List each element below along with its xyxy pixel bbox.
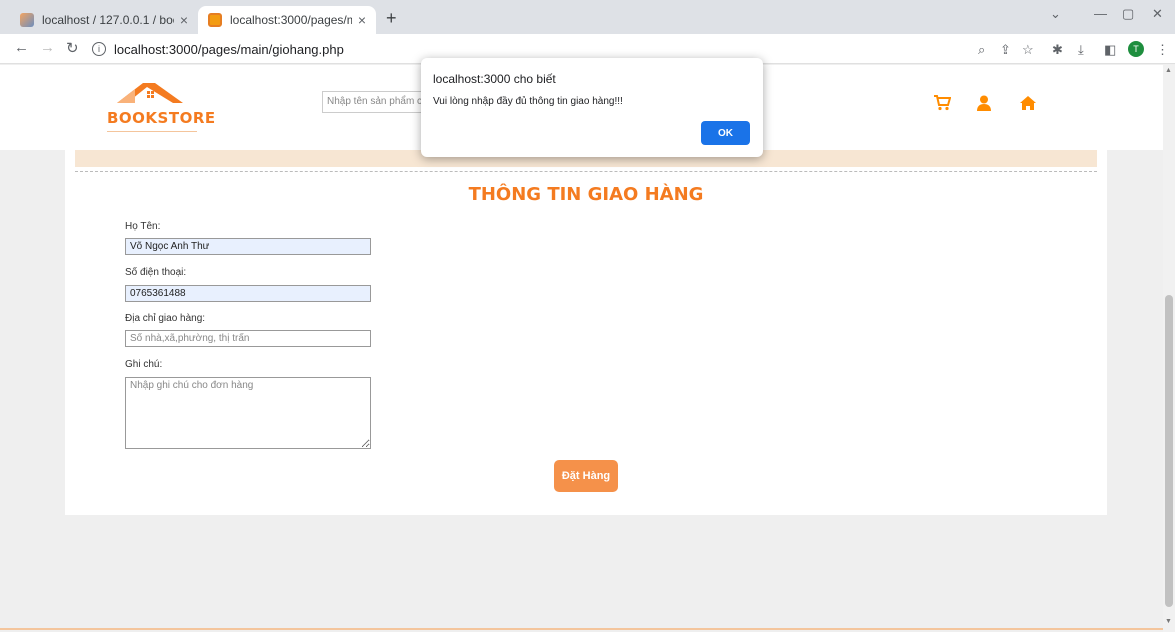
forward-arrow-icon[interactable]: → xyxy=(40,39,55,56)
download-icon[interactable]: ⤓ xyxy=(1078,42,1084,58)
bookstore-logo[interactable]: BOOKSTORE xyxy=(107,79,215,134)
address-label: Địa chỉ giao hàng: xyxy=(125,313,206,324)
checkout-content: THÔNG TIN GIAO HÀNG Họ Tên: Số điện thoạ… xyxy=(65,150,1107,515)
restore-icon[interactable]: ▢ xyxy=(1122,6,1134,22)
bookmark-star-icon[interactable]: ☆ xyxy=(1022,42,1034,58)
alert-dialog: localhost:3000 cho biết Vui lòng nhập đầ… xyxy=(421,58,763,157)
new-tab-icon[interactable]: + xyxy=(386,8,397,29)
house-roof-icon xyxy=(117,83,183,103)
page-favicon-icon xyxy=(208,13,222,27)
close-tab-icon[interactable]: × xyxy=(180,12,188,28)
back-arrow-icon[interactable]: ← xyxy=(14,39,29,56)
minimize-icon[interactable]: — xyxy=(1094,6,1107,21)
tab-title: localhost:3000/pages/main/giohang.php xyxy=(230,13,352,27)
side-panel-icon[interactable]: ◧ xyxy=(1104,42,1116,58)
phone-field[interactable] xyxy=(125,285,371,302)
zoom-icon[interactable]: ⌕ xyxy=(978,42,985,58)
dialog-message: Vui lòng nhập đầy đủ thông tin giao hàng… xyxy=(433,96,623,107)
browser-tab-phpmyadmin[interactable]: localhost / 127.0.0.1 / book_store × xyxy=(10,6,198,34)
address-field[interactable] xyxy=(125,330,371,347)
dialog-origin: localhost:3000 cho biết xyxy=(433,72,556,86)
name-label: Họ Tên: xyxy=(125,221,161,232)
scroll-down-icon[interactable]: ▼ xyxy=(1165,618,1172,625)
browser-tabstrip: localhost / 127.0.0.1 / book_store × loc… xyxy=(0,0,1175,34)
note-textarea[interactable] xyxy=(125,377,371,449)
section-divider xyxy=(75,171,1097,172)
form-title: THÔNG TIN GIAO HÀNG xyxy=(468,184,704,205)
home-icon[interactable] xyxy=(1019,95,1037,116)
search-input[interactable]: Nhập tên sản phẩm cần xyxy=(322,91,432,113)
browser-tab-giohang[interactable]: localhost:3000/pages/main/giohang.php × xyxy=(198,6,376,34)
scroll-up-icon[interactable]: ▲ xyxy=(1165,67,1172,74)
menu-kebab-icon[interactable]: ⋮ xyxy=(1156,42,1169,58)
logo-text: BOOKSTORE xyxy=(107,109,216,127)
user-icon[interactable] xyxy=(977,95,991,116)
profile-avatar[interactable]: T xyxy=(1128,41,1144,57)
url-text: localhost:3000/pages/main/giohang.php xyxy=(114,41,344,57)
logo-underline xyxy=(107,131,197,132)
extensions-icon[interactable]: ✱ xyxy=(1052,42,1063,58)
footer-accent-line xyxy=(0,628,1163,630)
reload-icon[interactable]: ↻ xyxy=(66,39,79,57)
scrollbar-thumb[interactable] xyxy=(1165,295,1173,607)
dialog-ok-button[interactable]: OK xyxy=(701,121,750,145)
site-info-icon[interactable]: i xyxy=(92,42,106,56)
tab-search-icon[interactable]: ⌄ xyxy=(1050,6,1061,22)
place-order-button[interactable]: Đặt Hàng xyxy=(554,460,618,492)
name-field[interactable] xyxy=(125,238,371,255)
phone-label: Số điện thoại: xyxy=(125,267,187,278)
close-window-icon[interactable]: ✕ xyxy=(1152,6,1163,22)
close-tab-icon[interactable]: × xyxy=(358,12,366,28)
cart-icon[interactable] xyxy=(933,95,952,116)
note-label: Ghi chú: xyxy=(125,359,163,370)
share-icon[interactable]: ⇪ xyxy=(1000,42,1011,58)
tab-title: localhost / 127.0.0.1 / book_store xyxy=(42,13,174,27)
phpmyadmin-favicon-icon xyxy=(20,13,34,27)
page-scrollbar[interactable]: ▲ ▼ xyxy=(1163,65,1175,632)
